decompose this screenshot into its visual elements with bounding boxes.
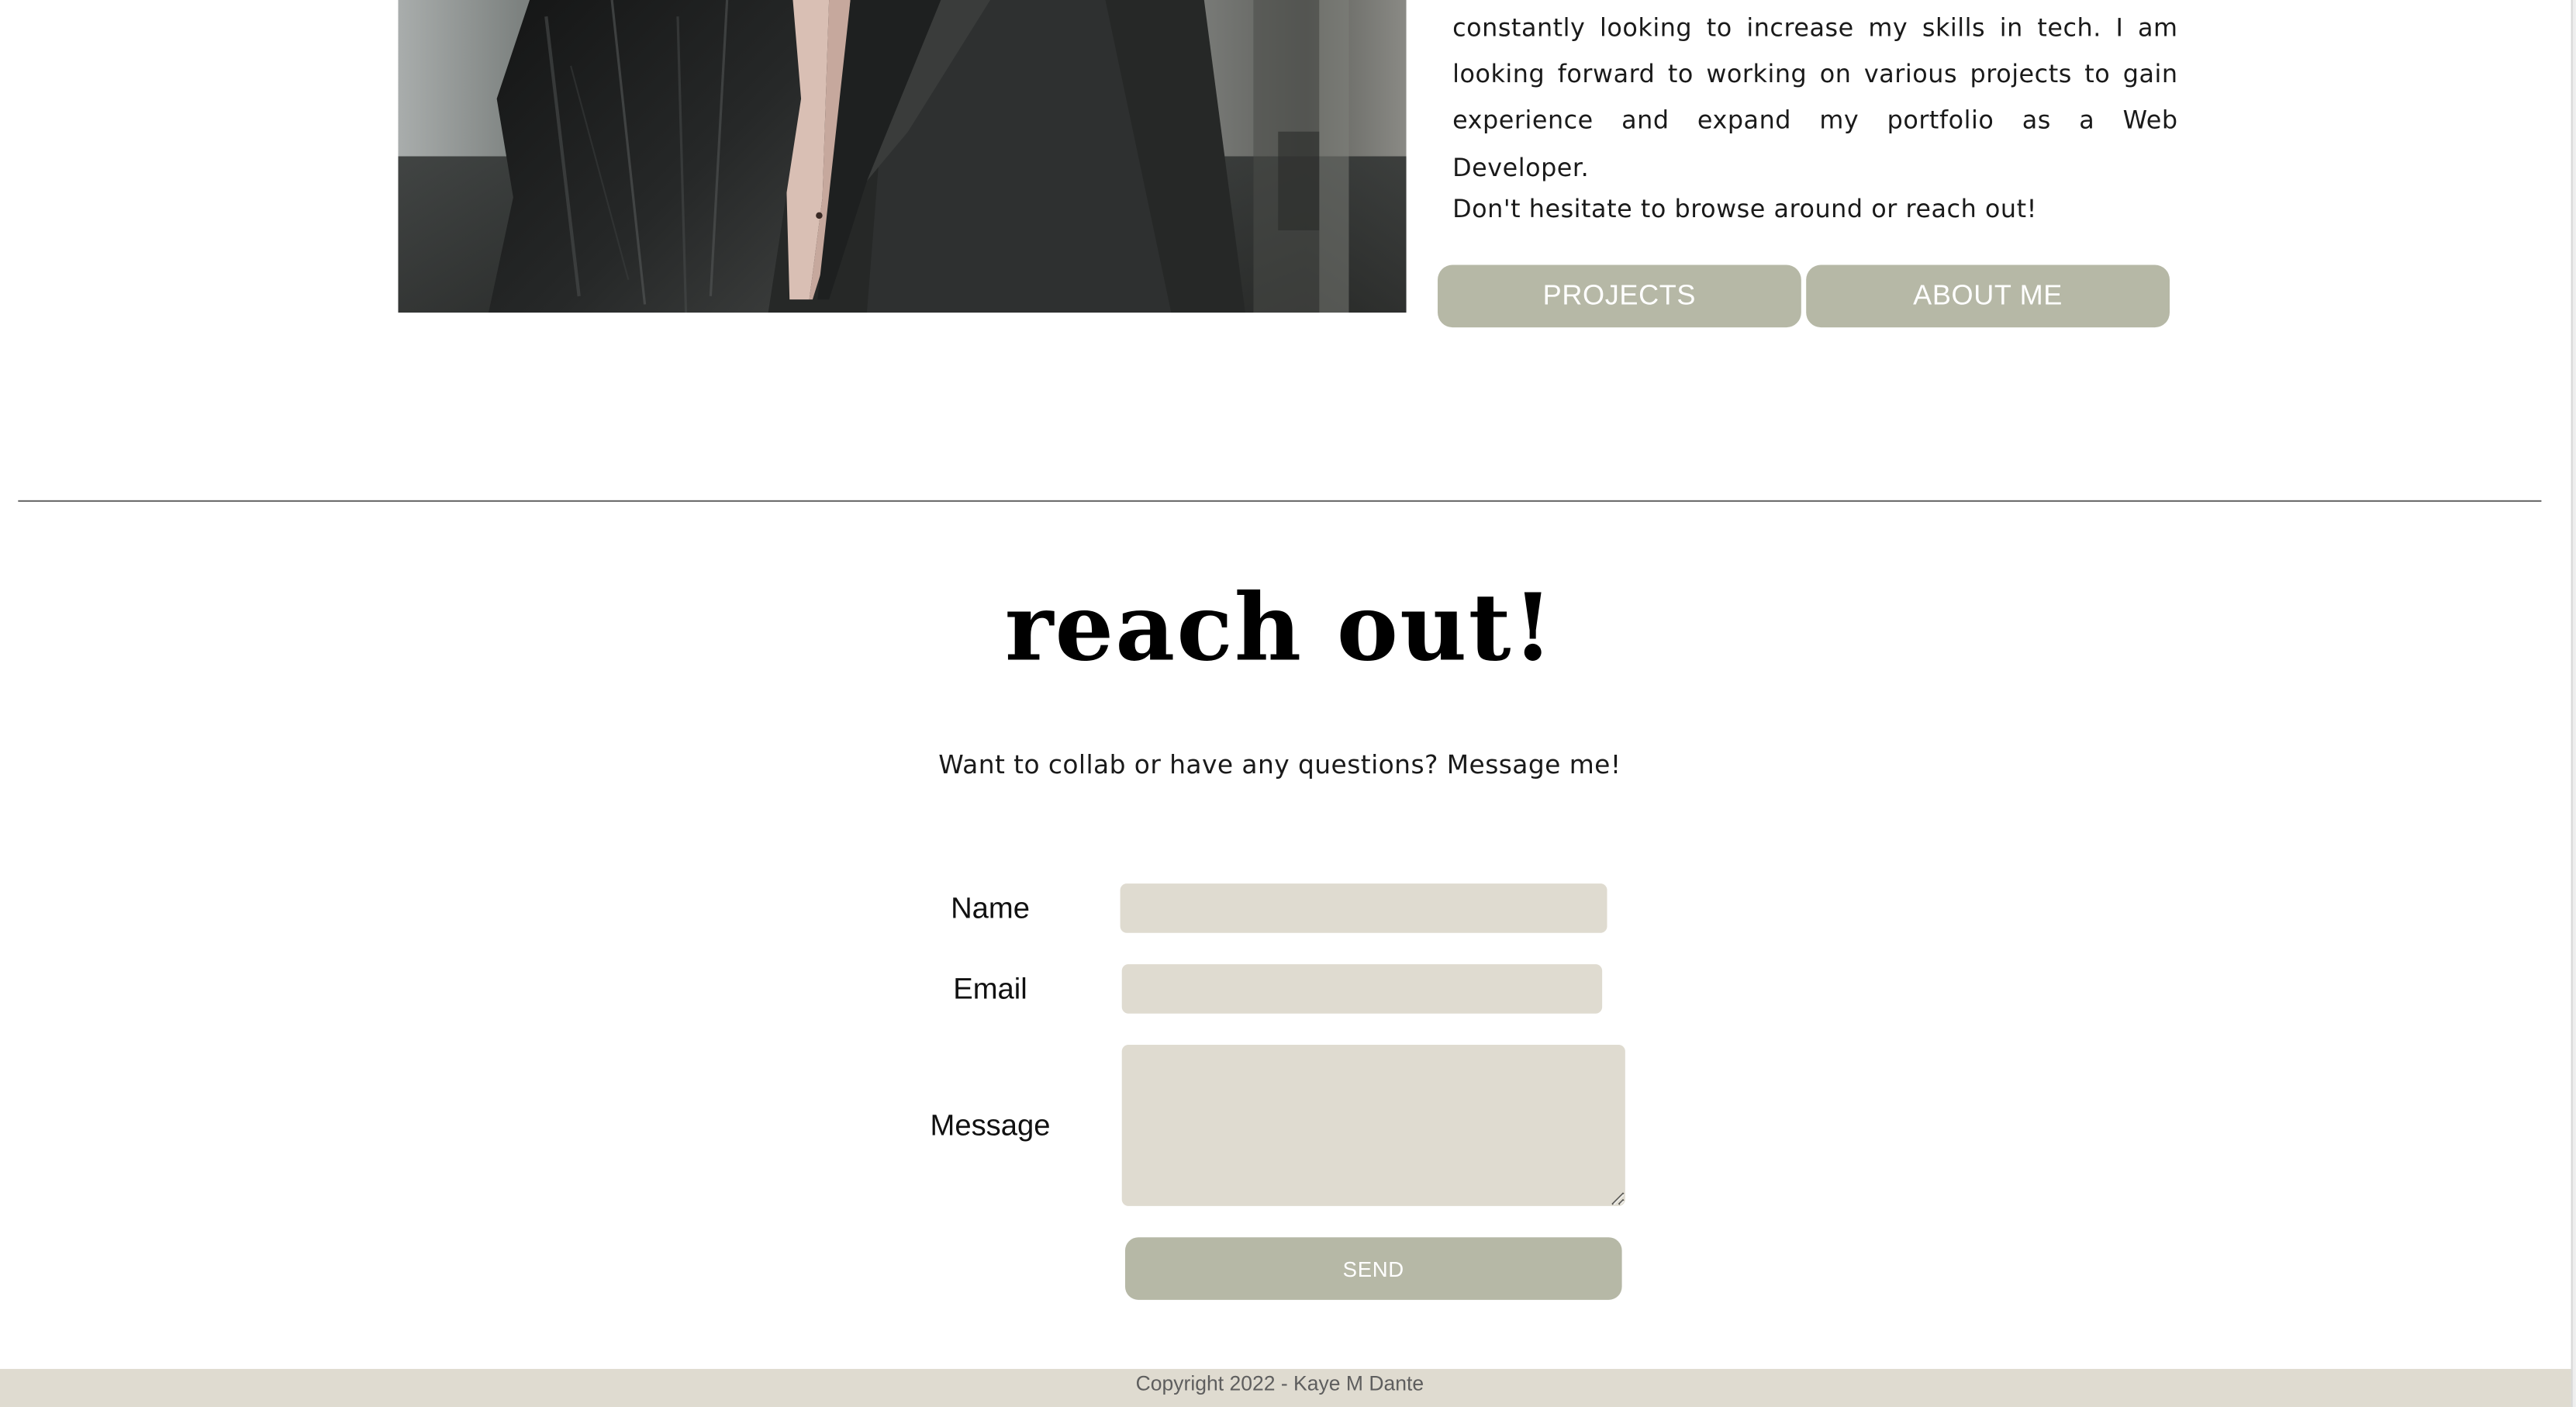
about-me-button[interactable]: ABOUT ME — [1806, 264, 2170, 328]
name-label: Name — [951, 891, 1030, 925]
about-paragraph-text: constantly looking to increase my skills… — [1452, 12, 2178, 182]
contact-subtext: Want to collab or have any questions? Me… — [938, 750, 1621, 780]
about-paragraph: constantly looking to increase my skills… — [1452, 5, 2177, 190]
projects-button[interactable]: PROJECTS — [1438, 264, 1801, 328]
about-cta-text: Don't hesitate to browse around or reach… — [1452, 194, 2037, 224]
profile-photo — [398, 0, 1407, 313]
contact-heading: reach out! — [1004, 574, 1555, 683]
footer: Copyright 2022 - Kaye M Dante — [0, 1368, 2571, 1407]
email-field[interactable] — [1121, 964, 1603, 1014]
email-label: Email — [953, 972, 1027, 1006]
message-label: Message — [930, 1108, 1051, 1143]
name-field[interactable] — [1120, 883, 1607, 933]
copyright-text: Copyright 2022 - Kaye M Dante — [1135, 1372, 1424, 1395]
scrollbar-edge — [2571, 0, 2573, 1407]
section-divider — [18, 500, 2542, 502]
page-canvas: constantly looking to increase my skills… — [0, 0, 2576, 1407]
message-field[interactable] — [1121, 1045, 1625, 1206]
send-button[interactable]: SEND — [1124, 1237, 1622, 1300]
